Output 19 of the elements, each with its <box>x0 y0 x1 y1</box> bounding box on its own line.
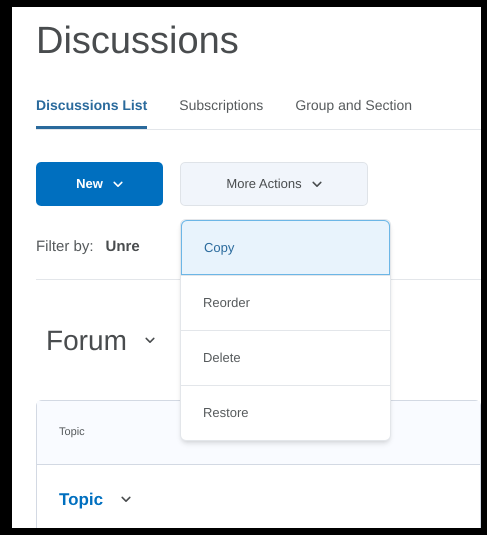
tab[interactable]: Discussions List <box>36 95 148 129</box>
topic-link[interactable]: Topic <box>59 486 104 512</box>
chevron-down-icon <box>112 180 123 188</box>
menu-item[interactable]: Copy <box>181 220 390 275</box>
forum-title: Forum <box>46 324 127 358</box>
menu-item[interactable]: Reorder <box>181 275 390 330</box>
page-title: Discussions <box>36 22 240 60</box>
menu-item[interactable]: Delete <box>181 330 390 385</box>
new-button[interactable]: New <box>36 162 163 206</box>
tab[interactable]: Group and Section <box>295 95 412 129</box>
more-actions-button[interactable]: More Actions <box>180 162 368 206</box>
tab[interactable]: Subscriptions <box>179 95 264 129</box>
chevron-down-icon <box>121 496 132 503</box>
filter-value[interactable]: Unre <box>106 236 140 258</box>
filter-label: Filter by: <box>36 237 94 257</box>
chevron-down-icon <box>312 180 322 188</box>
menu-item[interactable]: Restore <box>181 385 390 440</box>
column-header: Topic <box>59 424 85 440</box>
chevron-down-icon <box>144 337 155 344</box>
